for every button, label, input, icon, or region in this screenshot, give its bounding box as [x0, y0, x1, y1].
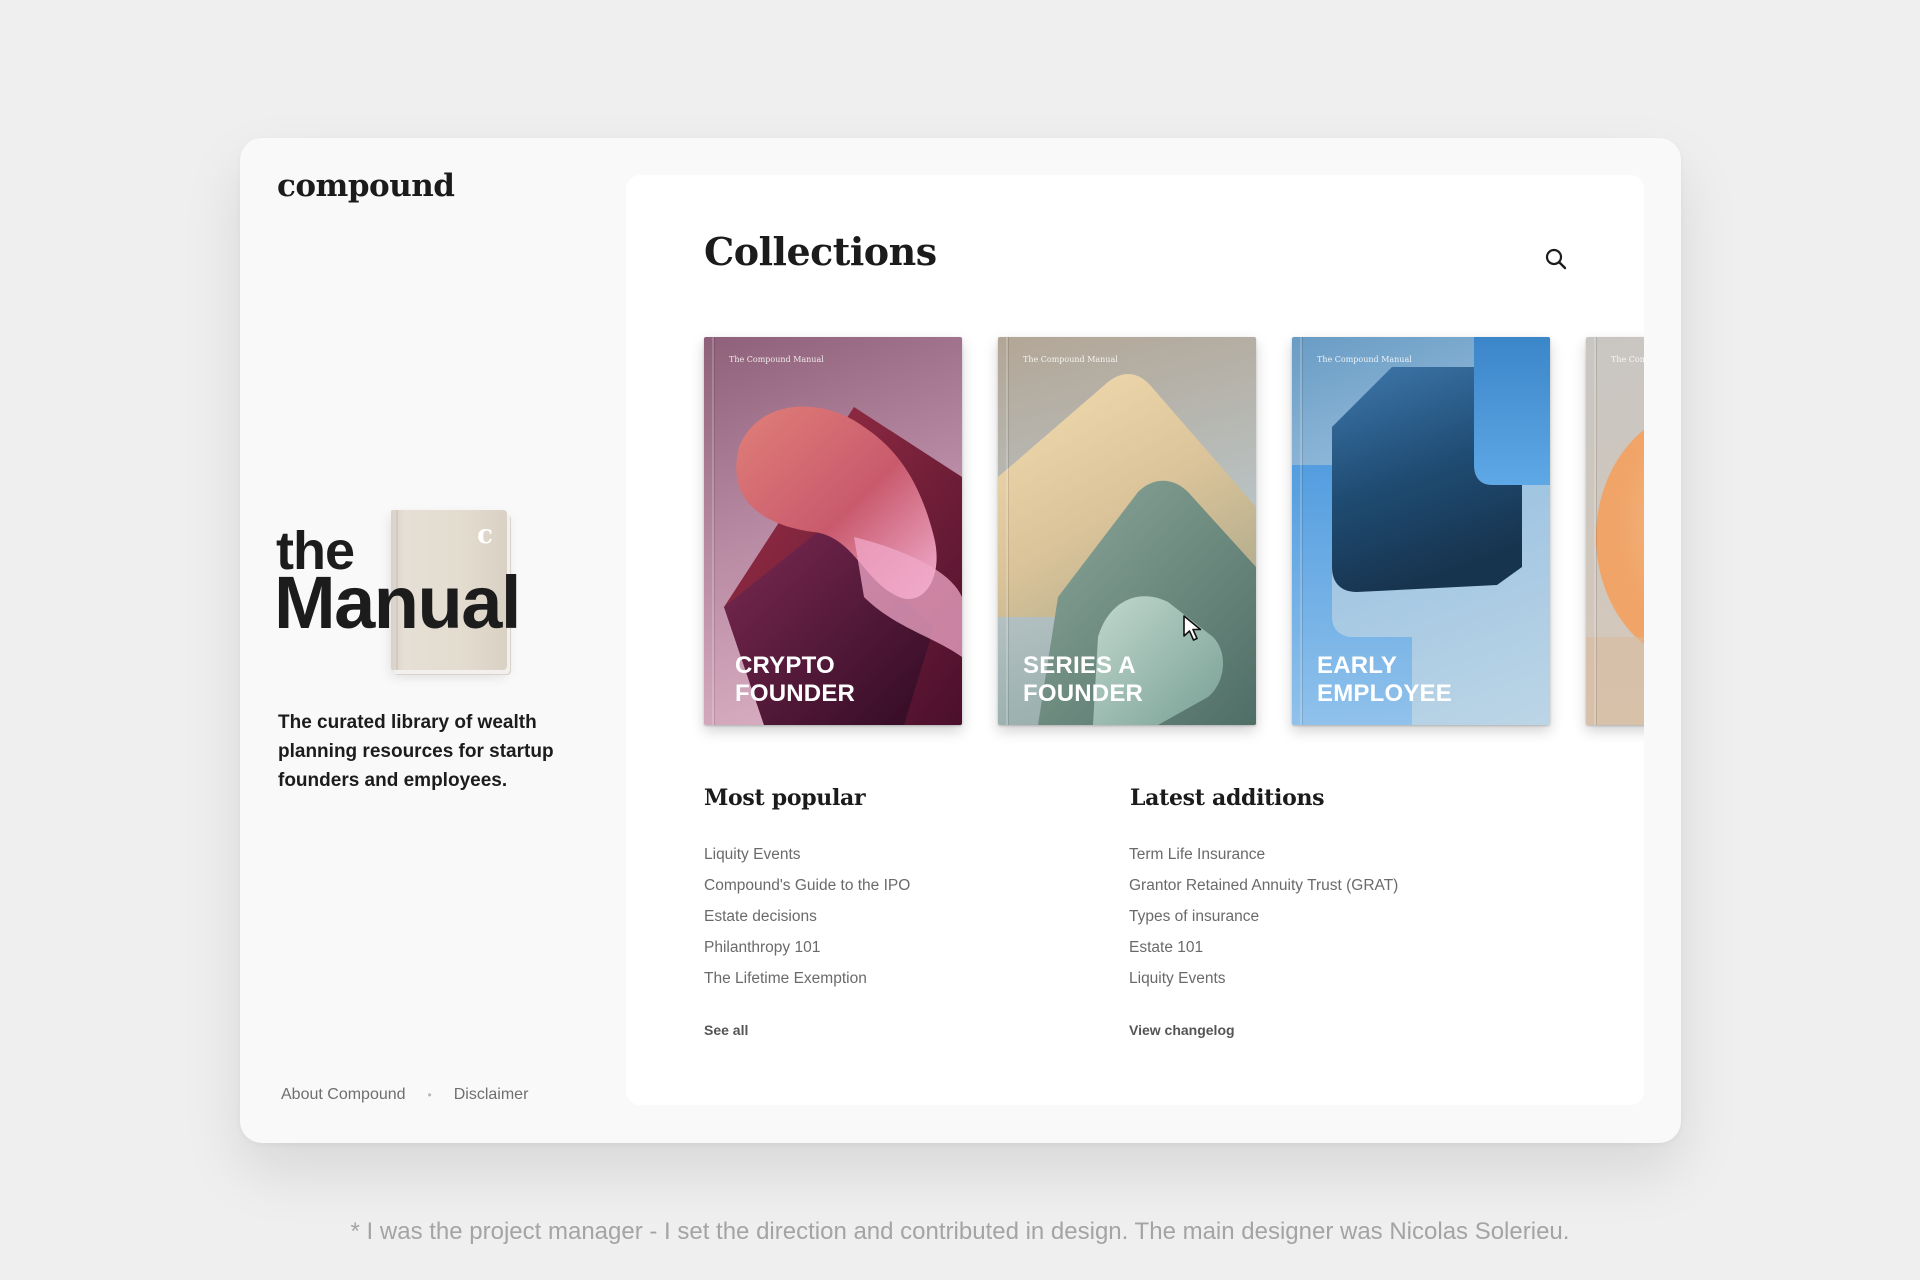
footer-separator: •	[427, 1088, 432, 1102]
view-changelog-link[interactable]: View changelog	[1129, 1022, 1235, 1038]
list-item[interactable]: Compound's Guide to the IPO	[704, 870, 1084, 901]
book-spine	[712, 337, 714, 725]
book-spine	[1594, 337, 1596, 725]
list-item[interactable]: Types of insurance	[1129, 901, 1509, 932]
book-mark-icon: c	[477, 520, 493, 550]
app-window: compound c the Manual The curated librar…	[240, 138, 1681, 1143]
book-series-label: The Compound Manual	[729, 355, 824, 364]
book-spine	[1006, 337, 1008, 725]
most-popular-title: Most popular	[704, 785, 866, 811]
list-item[interactable]: Term Life Insurance	[1129, 839, 1509, 870]
list-item[interactable]: Liquity Events	[1129, 963, 1509, 994]
latest-additions-title: Latest additions	[1130, 785, 1325, 811]
list-item[interactable]: Philanthropy 101	[704, 932, 1084, 963]
book-title: Early Employee	[1317, 652, 1452, 707]
logo-manual-word: Manual	[274, 561, 521, 644]
cursor-arrow-icon	[1183, 615, 1202, 641]
book-series-label: The Compound Manual	[1611, 355, 1644, 364]
book-crypto-founder[interactable]: The Compound Manual Crypto Founder	[704, 337, 962, 725]
book-series-label: The Compound Manual	[1317, 355, 1412, 364]
about-compound-link[interactable]: About Compound	[281, 1086, 406, 1104]
list-item[interactable]: Liquity Events	[704, 839, 1084, 870]
list-item[interactable]: Estate decisions	[704, 901, 1084, 932]
disclaimer-link[interactable]: Disclaimer	[454, 1086, 529, 1104]
latest-additions-section: Latest additions Term Life Insurance Gra…	[1129, 785, 1509, 1040]
book-title: Series A Founder	[1023, 652, 1144, 707]
book-spine	[1300, 337, 1302, 725]
list-item[interactable]: Estate 101	[1129, 932, 1509, 963]
caption: * I was the project manager - I set the …	[350, 1218, 1570, 1245]
see-all-link[interactable]: See all	[704, 1022, 748, 1038]
list-item[interactable]: The Lifetime Exemption	[704, 963, 1084, 994]
book-early-employee[interactable]: The Compound Manual Early Employee	[1292, 337, 1550, 725]
book-series-a-founder[interactable]: The Compound Manual Series A Founder	[998, 337, 1256, 725]
page-title: Collections	[704, 229, 937, 274]
search-icon	[1545, 248, 1567, 270]
search-button[interactable]	[1542, 245, 1570, 273]
the-manual-logo: c the Manual	[274, 510, 556, 700]
book-series-label: The Compound Manual	[1023, 355, 1118, 364]
footer-links: About Compound • Disclaimer	[281, 1086, 528, 1104]
collections-panel: Collections The Compound Manual CRYPTO F…	[626, 175, 1644, 1105]
book-partial[interactable]: The Compound Manual	[1586, 337, 1644, 725]
brand-logo[interactable]: compound	[277, 168, 455, 204]
most-popular-section: Most popular Liquity Events Compound's G…	[704, 785, 1084, 1040]
book-title: Crypto Founder	[735, 652, 856, 707]
tagline: The curated library of wealth planning r…	[278, 712, 554, 791]
list-item[interactable]: Grantor Retained Annuity Trust (GRAT)	[1129, 870, 1509, 901]
